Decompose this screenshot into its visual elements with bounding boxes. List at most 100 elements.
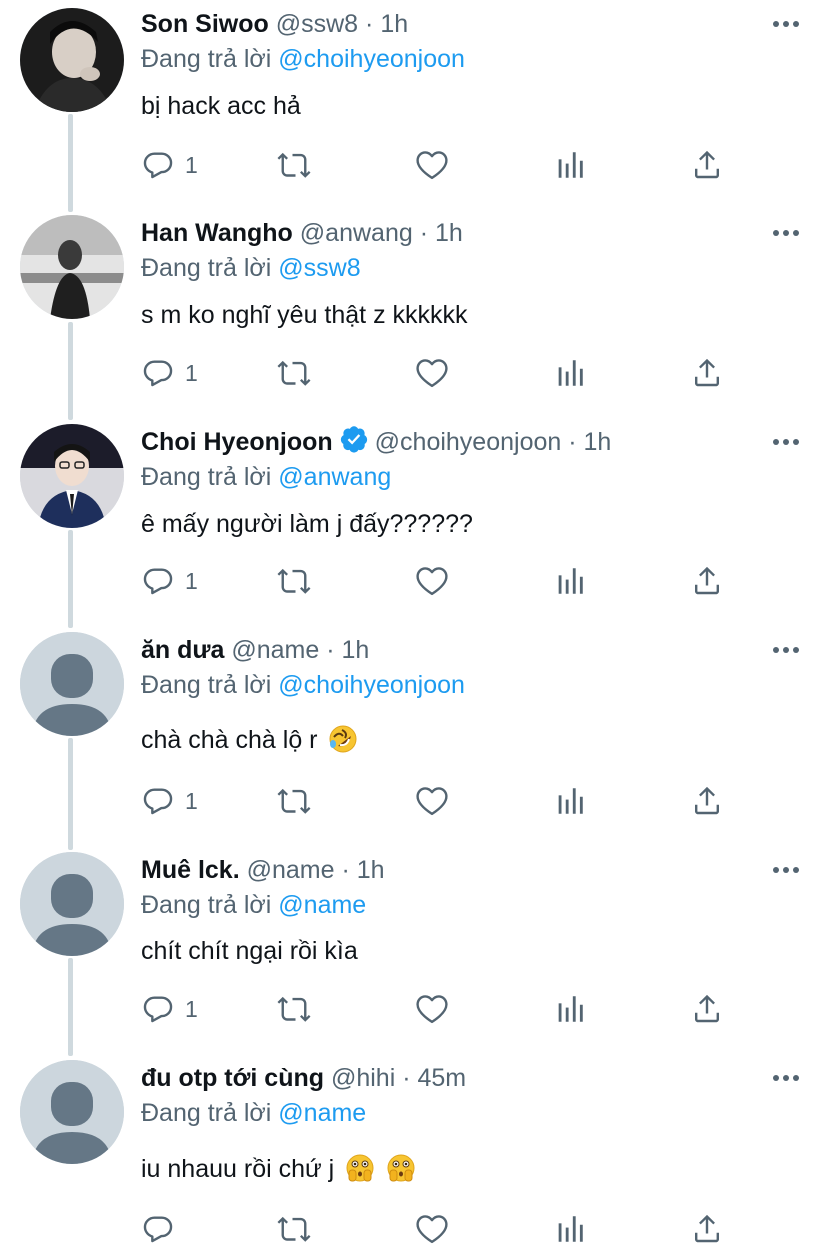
like-button[interactable]: [414, 989, 450, 1029]
replying-to-label: Đang trả lời: [141, 254, 272, 282]
share-upload-icon: [695, 358, 719, 387]
display-name[interactable]: đu otp tới cùng: [141, 1064, 324, 1092]
tweet-actions: 1: [0, 989, 828, 1029]
separator-dot: ·: [365, 10, 374, 38]
replying-to-label: Đang trả lời: [141, 1099, 272, 1127]
tweet-actions: 1: [0, 353, 828, 393]
replying-to-label: Đang trả lời: [141, 45, 272, 73]
mention-link[interactable]: @name: [278, 1099, 366, 1127]
mention-link[interactable]: @anwang: [278, 463, 391, 491]
user-handle[interactable]: @name: [231, 636, 319, 664]
separator-dot: ·: [419, 219, 429, 247]
timestamp[interactable]: 1h: [380, 10, 408, 38]
more-dots-icon[interactable]: [770, 638, 802, 662]
analytics-button[interactable]: [553, 1209, 587, 1249]
reply-button[interactable]: 1: [141, 353, 198, 393]
mention-link[interactable]: @choihyeonjoon: [278, 671, 465, 699]
more-dots-icon[interactable]: [770, 12, 802, 36]
reply-button[interactable]: 1: [141, 145, 198, 185]
retweet-button[interactable]: [276, 989, 312, 1029]
retweet-button[interactable]: [276, 145, 312, 185]
reply-bubble-icon: [143, 360, 173, 387]
avatar[interactable]: [20, 632, 124, 736]
timestamp[interactable]: 1h: [584, 428, 612, 456]
retweet-button[interactable]: [276, 781, 312, 821]
flushed-hands-face-emoji: [345, 1153, 375, 1193]
analytics-button[interactable]: [553, 561, 587, 601]
reply-button[interactable]: [141, 1209, 185, 1249]
display-name[interactable]: ăn dưa: [141, 636, 224, 664]
reply-button[interactable]: 1: [141, 989, 198, 1029]
more-dots-icon[interactable]: [770, 430, 802, 454]
tweet-actions: [0, 1209, 828, 1249]
share-button[interactable]: [689, 989, 725, 1029]
timestamp[interactable]: 1h: [342, 636, 370, 664]
separator-dot: ·: [402, 1064, 411, 1092]
avatar[interactable]: [20, 8, 124, 112]
mention-link[interactable]: @name: [278, 891, 366, 919]
user-handle[interactable]: @ssw8: [276, 10, 358, 38]
analytics-button[interactable]: [553, 781, 587, 821]
retweet-icon: [277, 788, 311, 814]
retweet-button[interactable]: [276, 561, 312, 601]
tweet-header: Son Siwoo @ssw8 · 1h: [141, 6, 408, 42]
share-button[interactable]: [689, 561, 725, 601]
user-handle[interactable]: @anwang: [300, 219, 413, 247]
reply-bubble-icon: [143, 568, 173, 595]
tweet-header: ăn dưa @name · 1h: [141, 632, 369, 668]
retweet-button[interactable]: [276, 353, 312, 393]
avatar[interactable]: [20, 1060, 124, 1164]
tweet-text: chít chít ngại rồi kìa: [141, 937, 358, 965]
share-button[interactable]: [689, 145, 725, 185]
analytics-button[interactable]: [553, 989, 587, 1029]
analytics-button[interactable]: [553, 353, 587, 393]
avatar[interactable]: [20, 852, 124, 956]
like-button[interactable]: [414, 353, 450, 393]
like-button[interactable]: [414, 561, 450, 601]
like-button[interactable]: [414, 781, 450, 821]
reply-count: 1: [185, 995, 198, 1022]
display-name[interactable]: Han Wangho: [141, 219, 293, 247]
heart-icon: [416, 567, 448, 596]
like-button[interactable]: [414, 145, 450, 185]
display-name[interactable]: Muê lck.: [141, 856, 240, 884]
more-dots-icon[interactable]: [770, 858, 802, 882]
like-button[interactable]: [414, 1209, 450, 1249]
share-button[interactable]: [689, 1209, 725, 1249]
analytics-button[interactable]: [553, 145, 587, 185]
display-name[interactable]: Son Siwoo: [141, 10, 269, 38]
verified-badge-icon: [339, 424, 369, 464]
timestamp[interactable]: 45m: [418, 1064, 467, 1092]
replying-to: Đang trả lời @choihyeonjoon: [141, 42, 465, 76]
tweet-header: Muê lck. @name · 1h: [141, 852, 385, 888]
more-dots-icon[interactable]: [770, 221, 802, 245]
heart-icon: [416, 995, 448, 1024]
retweet-icon: [277, 360, 311, 386]
share-button[interactable]: [689, 781, 725, 821]
retweet-icon: [277, 152, 311, 178]
user-handle[interactable]: @hihi: [331, 1064, 395, 1092]
avatar[interactable]: [20, 424, 124, 528]
mention-link[interactable]: @ssw8: [278, 254, 360, 282]
mention-link[interactable]: @choihyeonjoon: [278, 45, 465, 73]
user-handle[interactable]: @name: [247, 856, 335, 884]
retweet-button[interactable]: [276, 1209, 312, 1249]
display-name[interactable]: Choi Hyeonjoon: [141, 428, 333, 456]
tweet-text: chà chà chà lộ r: [141, 722, 358, 758]
reply-bubble-icon: [143, 996, 173, 1023]
reply-count: 1: [185, 359, 198, 386]
replying-to: Đang trả lời @name: [141, 1096, 366, 1130]
reply-button[interactable]: 1: [141, 561, 198, 601]
tweet-actions: 1: [0, 145, 828, 185]
user-handle[interactable]: @choihyeonjoon: [375, 428, 562, 456]
reply-button[interactable]: 1: [141, 781, 198, 821]
flushed-hands-face-emoji: [386, 1153, 416, 1193]
avatar[interactable]: [20, 215, 124, 319]
share-button[interactable]: [689, 353, 725, 393]
replying-to: Đang trả lời @choihyeonjoon: [141, 668, 465, 702]
timestamp[interactable]: 1h: [357, 856, 385, 884]
tweet-text: s m ko nghĩ yêu thật z kkkkkk: [141, 301, 468, 329]
replying-to: Đang trả lời @anwang: [141, 460, 391, 494]
more-dots-icon[interactable]: [770, 1066, 802, 1090]
timestamp[interactable]: 1h: [435, 219, 463, 247]
